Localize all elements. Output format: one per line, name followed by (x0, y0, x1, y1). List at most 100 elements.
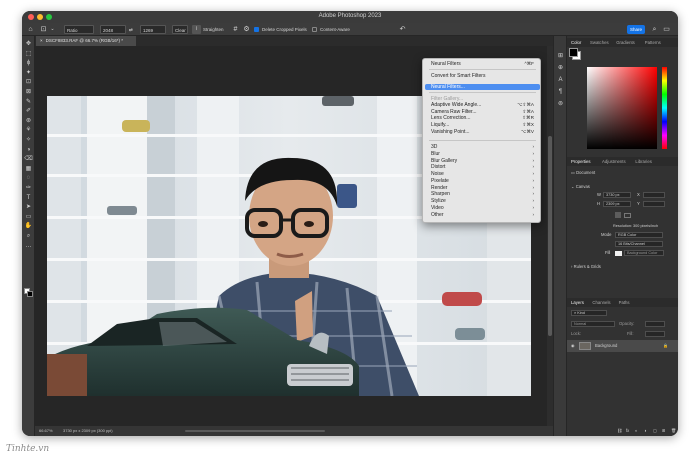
document-tab[interactable]: × DSCF8833.RAF @ 66.7% (RGB/16*) * (36, 36, 136, 46)
menu-item-pixelate[interactable]: Pixelate › (425, 178, 540, 184)
tool-preset-chevron-icon[interactable]: ⌄ (48, 25, 57, 34)
layer-footer-icon-4[interactable]: ▢ (653, 428, 657, 434)
panel-tab-layers[interactable]: Layers (571, 298, 584, 307)
background-color-swatch[interactable] (569, 48, 578, 57)
tool-icon-18[interactable]: ▭ (24, 213, 33, 222)
menu-item-adaptive-wide-angle[interactable]: Adaptive Wide Angle... ⌥⇧⌘A (425, 102, 540, 108)
crop-tool-icon[interactable]: ⊡ (39, 25, 48, 34)
layer-footer-icon-1[interactable]: fx (626, 428, 629, 434)
layer-footer-icon-0[interactable]: ⛓ (617, 428, 622, 434)
tool-icon-2[interactable]: ϕ (24, 59, 33, 68)
canvas-height-input[interactable]: 2309 px (603, 201, 631, 207)
tool-icon-3[interactable]: ✦ (24, 69, 33, 78)
menu-item-sharpen[interactable]: Sharpen › (425, 191, 540, 197)
workspace-arrange-icon[interactable]: ▭ (662, 25, 671, 34)
canvas-x-input[interactable] (643, 192, 665, 198)
blend-mode-select[interactable]: Normal (571, 321, 615, 327)
menu-item-neural-filters[interactable]: Neural Filters ^⌘F (425, 61, 540, 67)
menu-item-vanishing-point[interactable]: Vanishing Point... ⌥⌘V (425, 129, 540, 135)
layer-visibility-eye-icon[interactable]: ◉ (571, 343, 575, 349)
layer-footer-icon-5[interactable]: ⊞ (662, 428, 666, 434)
menu-item-convert-for-smart-filters[interactable]: Convert for Smart Filters (425, 73, 540, 79)
mode-select[interactable]: RGB Color (615, 232, 663, 238)
vertical-scrollbar-thumb[interactable] (548, 136, 552, 336)
panel-shortcut-icon-4[interactable]: ⊚ (556, 100, 565, 109)
undo-reset-icon[interactable]: ↶ (398, 25, 407, 34)
document-tab-close-icon[interactable]: × (40, 38, 43, 43)
panel-tab-channels[interactable]: Channels (592, 298, 610, 307)
panel-tab-patterns[interactable]: Patterns (645, 38, 661, 47)
tool-icon-5[interactable]: ⊠ (24, 88, 33, 97)
fill-select[interactable]: Background Color (624, 250, 664, 256)
crop-height-input[interactable]: 1269 (140, 25, 166, 34)
menu-item-noise[interactable]: Noise › (425, 171, 540, 177)
ratio-select[interactable]: Ratio (64, 25, 94, 34)
panel-shortcut-icon-2[interactable]: A (556, 76, 565, 85)
tool-icon-21[interactable]: … (24, 242, 33, 251)
tool-icon-11[interactable]: ◑ (24, 146, 33, 155)
color-picker-field[interactable] (587, 67, 657, 149)
tool-icon-17[interactable]: ➤ (24, 203, 33, 212)
straighten-icon[interactable]: ⌇ (192, 25, 201, 34)
crop-width-input[interactable]: 2048 (100, 25, 126, 34)
landscape-orientation-button[interactable] (624, 213, 631, 218)
panel-shortcut-icon-3[interactable]: ¶ (556, 88, 565, 97)
tool-icon-16[interactable]: T (24, 194, 33, 203)
horizontal-scrollbar[interactable] (185, 430, 325, 432)
layer-filter-select[interactable]: ⌕ Kind (571, 310, 607, 316)
fill-color-swatch[interactable] (615, 251, 622, 256)
rulers-grids-header[interactable]: › Rulers & Grids (571, 264, 601, 270)
panel-tab-adjustments[interactable]: Adjustments (602, 157, 626, 166)
menu-item-distort[interactable]: Distort › (425, 164, 540, 170)
menu-item-lens-correction[interactable]: Lens Correction... ⇧⌘R (425, 115, 540, 121)
zoom-level[interactable]: 66.67% (39, 426, 53, 436)
tool-icon-7[interactable]: ✐ (24, 107, 33, 116)
menu-item-video[interactable]: Video › (425, 205, 540, 211)
panel-tab-gradients[interactable]: Gradients (616, 38, 635, 47)
tool-icon-10[interactable]: ✧ (24, 136, 33, 145)
panel-tab-paths[interactable]: Paths (619, 298, 630, 307)
panel-tab-properties[interactable]: Properties (571, 157, 591, 166)
delete-cropped-checkbox[interactable] (254, 25, 259, 34)
content-aware-checkbox[interactable] (312, 25, 317, 34)
canvas-width-input[interactable]: 3730 px (603, 192, 631, 198)
opacity-input[interactable] (645, 321, 665, 327)
hue-slider[interactable] (662, 67, 667, 149)
panel-shortcut-icon-1[interactable]: ⊕ (556, 64, 565, 73)
panel-tab-libraries[interactable]: Libraries (635, 157, 651, 166)
portrait-orientation-button[interactable] (615, 212, 621, 218)
tool-icon-13[interactable]: ▦ (24, 165, 33, 174)
layer-footer-icon-3[interactable]: ◑ (644, 428, 647, 434)
menu-item-other[interactable]: Other › (425, 212, 540, 218)
tool-icon-12[interactable]: ⌫ (24, 155, 33, 164)
tool-icon-8[interactable]: ⊛ (24, 117, 33, 126)
canvas-y-input[interactable] (643, 201, 665, 207)
crop-settings-gear-icon[interactable]: ⚙ (242, 25, 251, 34)
share-button[interactable]: Share (627, 25, 645, 34)
background-swatch-small[interactable] (27, 291, 33, 297)
tool-icon-9[interactable]: ⚘ (24, 126, 33, 135)
layer-footer-icon-6[interactable]: 🗑 (671, 428, 676, 434)
search-icon[interactable]: ⌕ (650, 25, 659, 34)
tool-icon-20[interactable]: ⌕ (24, 232, 33, 241)
clear-button[interactable]: Clear (172, 25, 188, 34)
canvas-section-header[interactable]: ⌄ Canvas (571, 184, 590, 190)
bit-depth-select[interactable]: 16 Bits/Channel (615, 241, 663, 247)
tool-icon-15[interactable]: ✑ (24, 184, 33, 193)
tool-icon-1[interactable]: ⬚ (24, 50, 33, 59)
fill-opacity-input[interactable] (645, 331, 665, 337)
menu-item-3d[interactable]: 3D › (425, 144, 540, 150)
menu-item-blur[interactable]: Blur › (425, 151, 540, 157)
overlay-grid-icon[interactable]: # (231, 25, 240, 34)
layer-row-background[interactable]: ◉ Background 🔒 (567, 340, 678, 352)
panel-tab-color[interactable]: Color (571, 38, 581, 47)
menu-item-liquify[interactable]: Liquify... ⇧⌘X (425, 122, 540, 128)
tool-icon-4[interactable]: ⊡ (24, 78, 33, 87)
menu-item-neural-filters[interactable]: Neural Filters... (425, 84, 540, 90)
home-icon[interactable]: ⌂ (26, 25, 35, 34)
tool-icon-6[interactable]: ✎ (24, 98, 33, 107)
tool-icon-0[interactable]: ✥ (24, 40, 33, 49)
swap-dimensions-button[interactable]: ⇄ (129, 25, 133, 34)
panel-shortcut-icon-0[interactable]: ⊞ (556, 52, 565, 61)
tool-icon-14[interactable]: ◌ (24, 174, 33, 183)
